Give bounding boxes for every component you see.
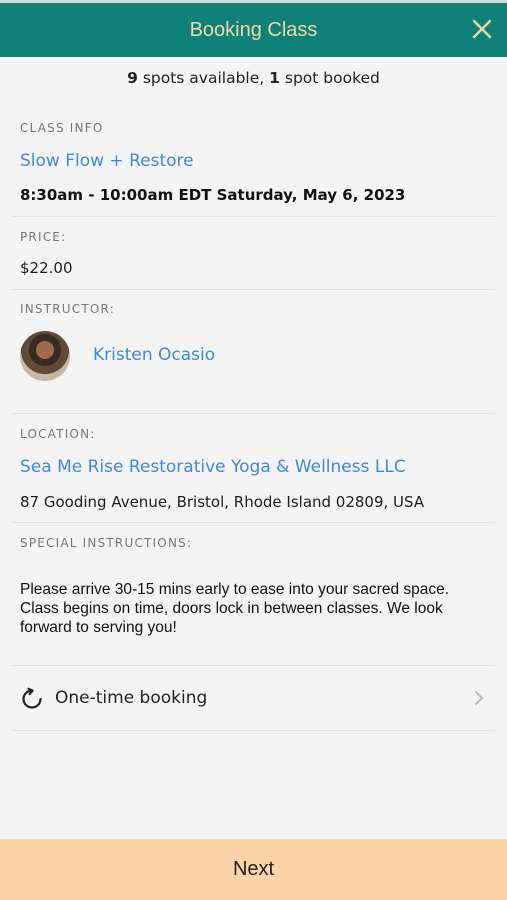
- divider: [12, 216, 495, 217]
- divider: [12, 522, 495, 523]
- special-instructions-text: Please arrive 30-15 mins early to ease i…: [20, 580, 490, 637]
- instructor-avatar[interactable]: [20, 331, 70, 381]
- close-icon: [472, 19, 492, 39]
- header-bar: Booking Class: [0, 3, 507, 57]
- spots-booked-count: 1: [269, 69, 280, 87]
- price-label: PRICE:: [20, 230, 67, 244]
- instructor-label: INSTRUCTOR:: [20, 302, 115, 316]
- price-value: $22.00: [20, 259, 73, 277]
- location-address: 87 Gooding Avenue, Bristol, Rhode Island…: [20, 493, 425, 511]
- instructions-line: forward to serving you!: [20, 619, 177, 636]
- special-instructions-label: SPECIAL INSTRUCTIONS:: [20, 536, 193, 550]
- class-info-label: CLASS INFO: [20, 121, 104, 135]
- class-name-link[interactable]: Slow Flow + Restore: [20, 151, 194, 171]
- instructions-line: Class begins on time, doors lock in betw…: [20, 600, 443, 617]
- divider: [12, 665, 495, 666]
- spots-available-count: 9: [127, 69, 138, 87]
- location-label: LOCATION:: [20, 427, 96, 441]
- chevron-right-icon: [475, 691, 483, 705]
- divider: [12, 730, 495, 731]
- close-button[interactable]: [469, 16, 495, 42]
- divider: [12, 289, 495, 290]
- booking-screen: Booking Class 9 spots available, 1 spot …: [0, 0, 507, 900]
- class-datetime: 8:30am - 10:00am EDT Saturday, May 6, 20…: [20, 186, 406, 204]
- spots-available-text: spots available,: [137, 69, 270, 87]
- refresh-icon: [22, 687, 42, 709]
- spots-booked-text: spot booked: [279, 69, 380, 87]
- one-time-booking-row[interactable]: One-time booking: [12, 667, 495, 730]
- next-button-label: Next: [232, 858, 275, 880]
- location-name-link[interactable]: Sea Me Rise Restorative Yoga & Wellness …: [20, 457, 406, 477]
- next-button[interactable]: Next: [0, 839, 507, 900]
- instructions-line: Please arrive 30-15 mins early to ease i…: [20, 581, 450, 598]
- divider: [12, 413, 495, 414]
- instructor-name-link[interactable]: Kristen Ocasio: [93, 345, 215, 365]
- booking-option-label: One-time booking: [55, 688, 208, 708]
- page-title: Booking Class: [189, 19, 318, 41]
- availability-summary: 9 spots available, 1 spot booked: [0, 69, 507, 87]
